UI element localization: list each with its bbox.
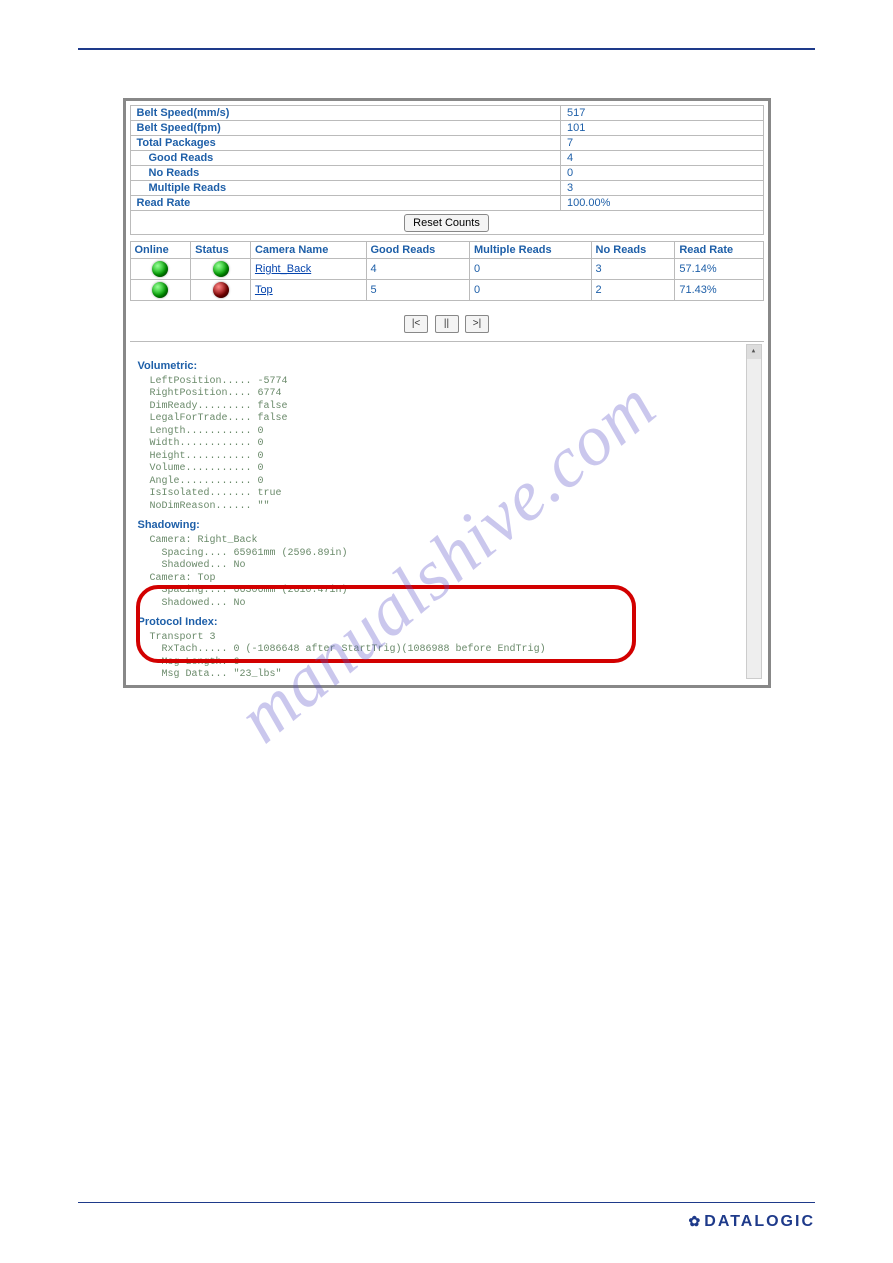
stats-label: Read Rate xyxy=(130,196,560,211)
stats-table: Belt Speed(mm/s)517Belt Speed(fpm)101Tot… xyxy=(130,105,764,211)
stats-value: 4 xyxy=(560,151,763,166)
next-button[interactable]: >| xyxy=(465,315,489,333)
header-rule xyxy=(78,48,815,50)
camera-header: Camera Name xyxy=(250,242,366,259)
cell-good-reads: 4 xyxy=(366,259,470,280)
log-pane: ▴ Volumetric: LeftPosition..... -5774 Ri… xyxy=(130,341,764,681)
cell-multiple-reads: 0 xyxy=(470,259,592,280)
camera-header: Read Rate xyxy=(675,242,763,259)
scroll-up-icon[interactable]: ▴ xyxy=(747,345,761,359)
volumetric-body: LeftPosition..... -5774 RightPosition...… xyxy=(138,376,740,514)
stats-row: Belt Speed(fpm)101 xyxy=(130,121,763,136)
camera-name-link[interactable]: Right_Back xyxy=(250,259,366,280)
shadowing-heading: Shadowing: xyxy=(138,519,740,533)
camera-header: Good Reads xyxy=(366,242,470,259)
cell-read-rate: 57.14% xyxy=(675,259,763,280)
scrollbar[interactable]: ▴ xyxy=(746,344,762,679)
reset-row: Reset Counts xyxy=(130,211,764,235)
status-led-icon xyxy=(213,261,229,277)
table-row: Top50271.43% xyxy=(130,280,763,301)
page-footer: ✿DATALOGIC xyxy=(78,1202,815,1231)
cell-multiple-reads: 0 xyxy=(470,280,592,301)
cell-online xyxy=(130,280,191,301)
stats-value: 7 xyxy=(560,136,763,151)
camera-header: No Reads xyxy=(591,242,675,259)
first-button[interactable]: |< xyxy=(404,315,428,333)
diagnostics-panel: Belt Speed(mm/s)517Belt Speed(fpm)101Tot… xyxy=(123,98,771,688)
footer-logo: ✿DATALOGIC xyxy=(78,1213,815,1231)
cell-status xyxy=(191,280,251,301)
camera-header: Multiple Reads xyxy=(470,242,592,259)
stats-label: Belt Speed(mm/s) xyxy=(130,106,560,121)
stats-value: 101 xyxy=(560,121,763,136)
stats-label: Belt Speed(fpm) xyxy=(130,121,560,136)
logo-icon: ✿ xyxy=(689,1213,703,1230)
online-led-icon xyxy=(152,282,168,298)
stats-label: No Reads xyxy=(130,166,560,181)
volumetric-heading: Volumetric: xyxy=(138,360,740,374)
stats-row: Multiple Reads3 xyxy=(130,181,763,196)
cell-no-reads: 2 xyxy=(591,280,675,301)
stats-value: 100.00% xyxy=(560,196,763,211)
stats-row: Belt Speed(mm/s)517 xyxy=(130,106,763,121)
stats-label: Multiple Reads xyxy=(130,181,560,196)
table-row: Right_Back40357.14% xyxy=(130,259,763,280)
camera-header: Status xyxy=(191,242,251,259)
stats-row: Good Reads4 xyxy=(130,151,763,166)
online-led-icon xyxy=(152,261,168,277)
stats-row: Total Packages7 xyxy=(130,136,763,151)
cell-read-rate: 71.43% xyxy=(675,280,763,301)
status-led-icon xyxy=(213,282,229,298)
stats-row: Read Rate100.00% xyxy=(130,196,763,211)
stats-label: Good Reads xyxy=(130,151,560,166)
cell-online xyxy=(130,259,191,280)
camera-table: OnlineStatusCamera NameGood ReadsMultipl… xyxy=(130,241,764,301)
stats-value: 0 xyxy=(560,166,763,181)
pause-button[interactable]: || xyxy=(435,315,459,333)
stats-label: Total Packages xyxy=(130,136,560,151)
cell-status xyxy=(191,259,251,280)
reset-counts-button[interactable]: Reset Counts xyxy=(404,214,489,232)
highlight-annotation xyxy=(136,585,636,663)
playback-controls: |< || >| xyxy=(130,301,764,341)
stats-value: 517 xyxy=(560,106,763,121)
camera-name-link[interactable]: Top xyxy=(250,280,366,301)
cell-good-reads: 5 xyxy=(366,280,470,301)
camera-header: Online xyxy=(130,242,191,259)
stats-value: 3 xyxy=(560,181,763,196)
cell-no-reads: 3 xyxy=(591,259,675,280)
stats-row: No Reads0 xyxy=(130,166,763,181)
